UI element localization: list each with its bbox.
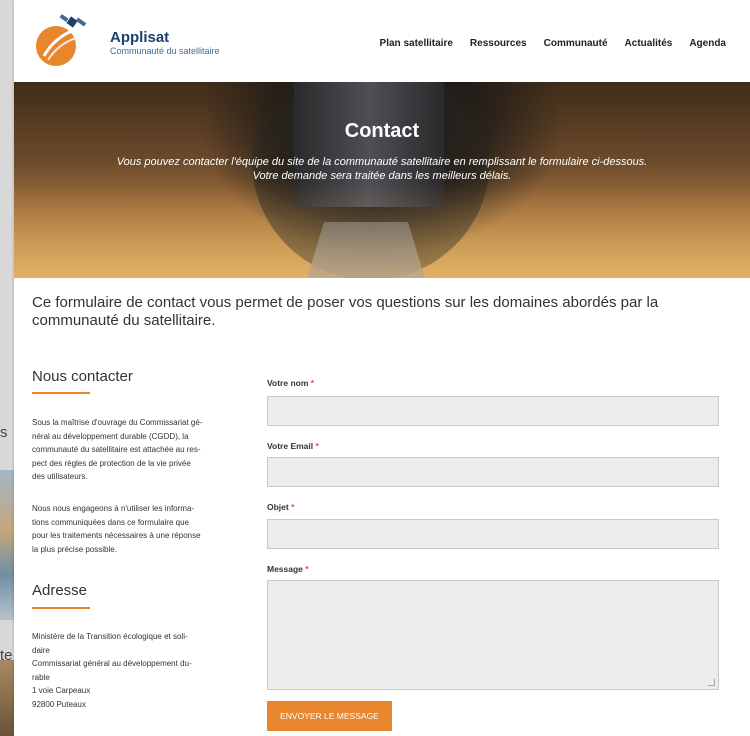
email-label: Votre Email * [267, 441, 319, 451]
required-mark: * [315, 441, 319, 451]
hero-intro-line: Vous pouvez contacter l'équipe du site d… [116, 156, 648, 168]
name-label: Votre nom * [267, 378, 315, 388]
nav-actualites[interactable]: Actualités [625, 38, 673, 49]
message-label: Message * [267, 564, 309, 574]
background-text-fragment: s [0, 424, 8, 441]
applisat-logo-icon[interactable] [32, 14, 88, 70]
page-title: Contact [344, 120, 420, 142]
subject-field[interactable] [267, 519, 719, 549]
section-divider [32, 607, 90, 609]
submit-button[interactable]: ENVOYER LE MESSAGE [267, 701, 392, 731]
contact-paragraph: Sous la maîtrise d'ouvrage du Commissari… [32, 418, 203, 481]
background-photo [0, 660, 14, 736]
contact-section-title: Nous contacter [32, 368, 133, 385]
subject-label: Objet * [267, 502, 295, 512]
hero-intro-line: Votre demande sera traitée dans les meil… [252, 170, 512, 182]
form-lead-text: Ce formulaire de contact vous permet de … [32, 294, 659, 329]
hero-intro: Vous pouvez contacter l'équipe du site d… [14, 155, 750, 183]
site-header: Applisat Communauté du satellitaire Plan… [14, 0, 750, 82]
section-divider [32, 392, 90, 394]
address-section-title: Adresse [32, 582, 88, 599]
required-mark: * [310, 378, 315, 388]
nav-communaute[interactable]: Communauté [544, 38, 608, 49]
message-textarea[interactable] [267, 580, 719, 690]
hero-banner: Contact Vous pouvez contacter l'équipe d… [14, 82, 750, 278]
required-mark: * [305, 564, 309, 574]
email-field[interactable] [267, 457, 719, 487]
nav-plan-satellitaire[interactable]: Plan satellitaire [380, 38, 453, 49]
required-mark: * [291, 502, 295, 512]
site-title[interactable]: Applisat [110, 29, 169, 46]
nav-agenda[interactable]: Agenda [689, 38, 726, 49]
main-nav: Plan satellitaire Ressources Communauté … [380, 38, 726, 49]
name-field[interactable] [267, 396, 719, 426]
site-subtitle: Communauté du satellitaire [110, 46, 220, 56]
resize-handle-icon[interactable] [708, 679, 715, 686]
contact-page: Applisat Communauté du satellitaire Plan… [14, 0, 750, 736]
nav-ressources[interactable]: Ressources [470, 38, 527, 49]
contact-paragraph: Nous nous engageons à n'utiliser les inf… [32, 504, 201, 554]
background-page-fragment: s te [0, 0, 14, 736]
address-text: Ministère de la Transition écologique et… [32, 632, 192, 709]
hero-glow [14, 182, 750, 278]
background-map-image [0, 470, 14, 620]
